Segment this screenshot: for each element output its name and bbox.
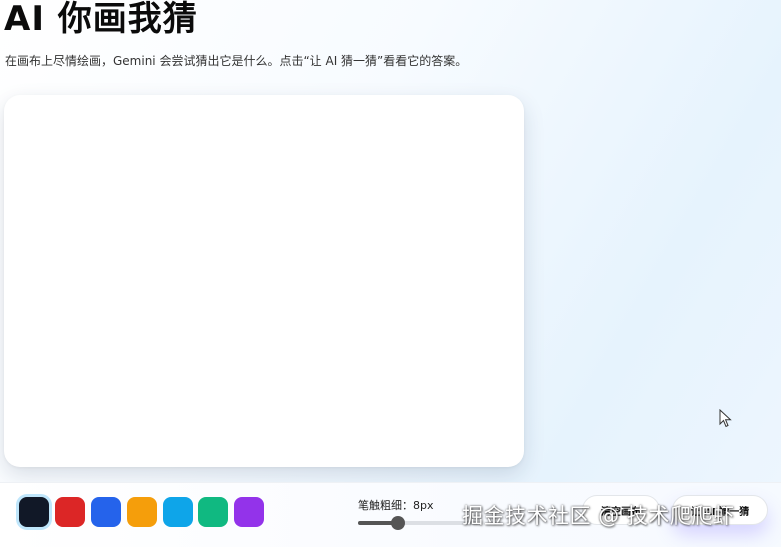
color-swatch-purple[interactable] [234, 497, 264, 527]
page-title: AI 你画我猜 [4, 0, 198, 39]
color-swatch-black[interactable] [19, 497, 49, 527]
color-swatch-orange[interactable] [127, 497, 157, 527]
color-swatch-blue[interactable] [91, 497, 121, 527]
brush-size-label: 笔触粗细：8px [358, 499, 434, 512]
watermark: 掘金技术社区 @ 技术爬爬虾 [462, 504, 735, 528]
color-swatch-sky[interactable] [163, 497, 193, 527]
page-subtitle: 在画布上尽情绘画，Gemini 会尝试猜出它是什么。点击“让 AI 猜一猜”看看… [5, 54, 468, 68]
color-swatch-red[interactable] [55, 497, 85, 527]
mouse-cursor-icon [719, 409, 732, 428]
slider-thumb[interactable] [390, 516, 405, 530]
brush-size-slider[interactable] [358, 516, 478, 530]
drawing-canvas[interactable] [4, 95, 524, 467]
color-swatch-green[interactable] [198, 497, 228, 527]
